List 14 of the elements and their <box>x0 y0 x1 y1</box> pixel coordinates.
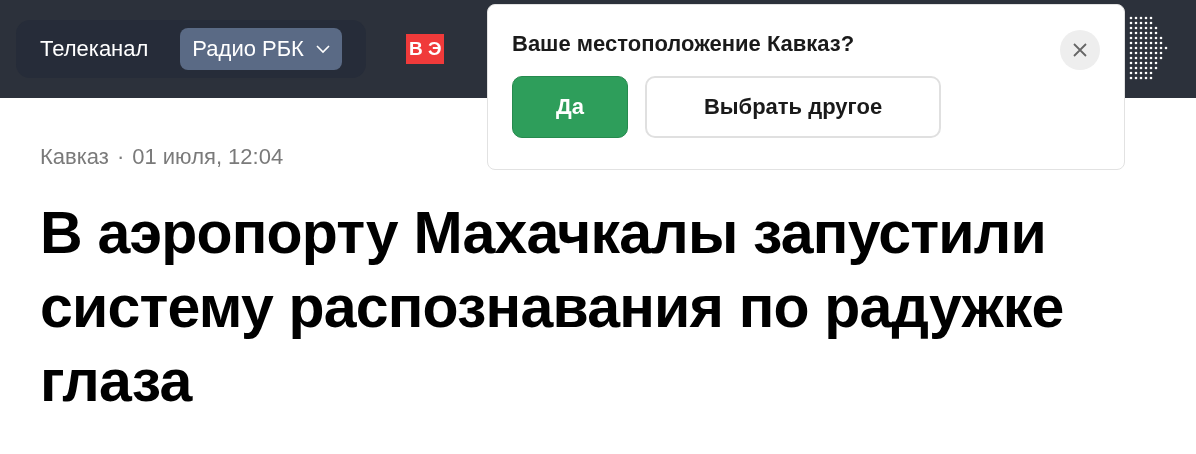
channel-tab[interactable]: Радио РБК <box>180 28 342 70</box>
article-date: 01 июля, 12:04 <box>132 144 284 170</box>
article-region[interactable]: Кавказ <box>40 144 109 170</box>
separator-dot: · <box>116 144 125 170</box>
choose-other-button[interactable]: Выбрать другое <box>645 76 941 138</box>
confirm-button[interactable]: Да <box>512 76 628 138</box>
close-icon <box>1072 42 1088 58</box>
channel-tab[interactable]: Телеканал <box>28 28 161 70</box>
live-badge[interactable]: В Э <box>405 34 445 64</box>
popup-question: Ваше местоположение Кавказ? <box>512 31 855 57</box>
dots-drawing <box>1128 14 1170 82</box>
close-button[interactable] <box>1060 30 1100 70</box>
article-title: В аэропорту Махачкалы запустили систему распознавания по радужке глаза <box>40 199 1065 416</box>
chevron-down-icon <box>315 44 330 54</box>
